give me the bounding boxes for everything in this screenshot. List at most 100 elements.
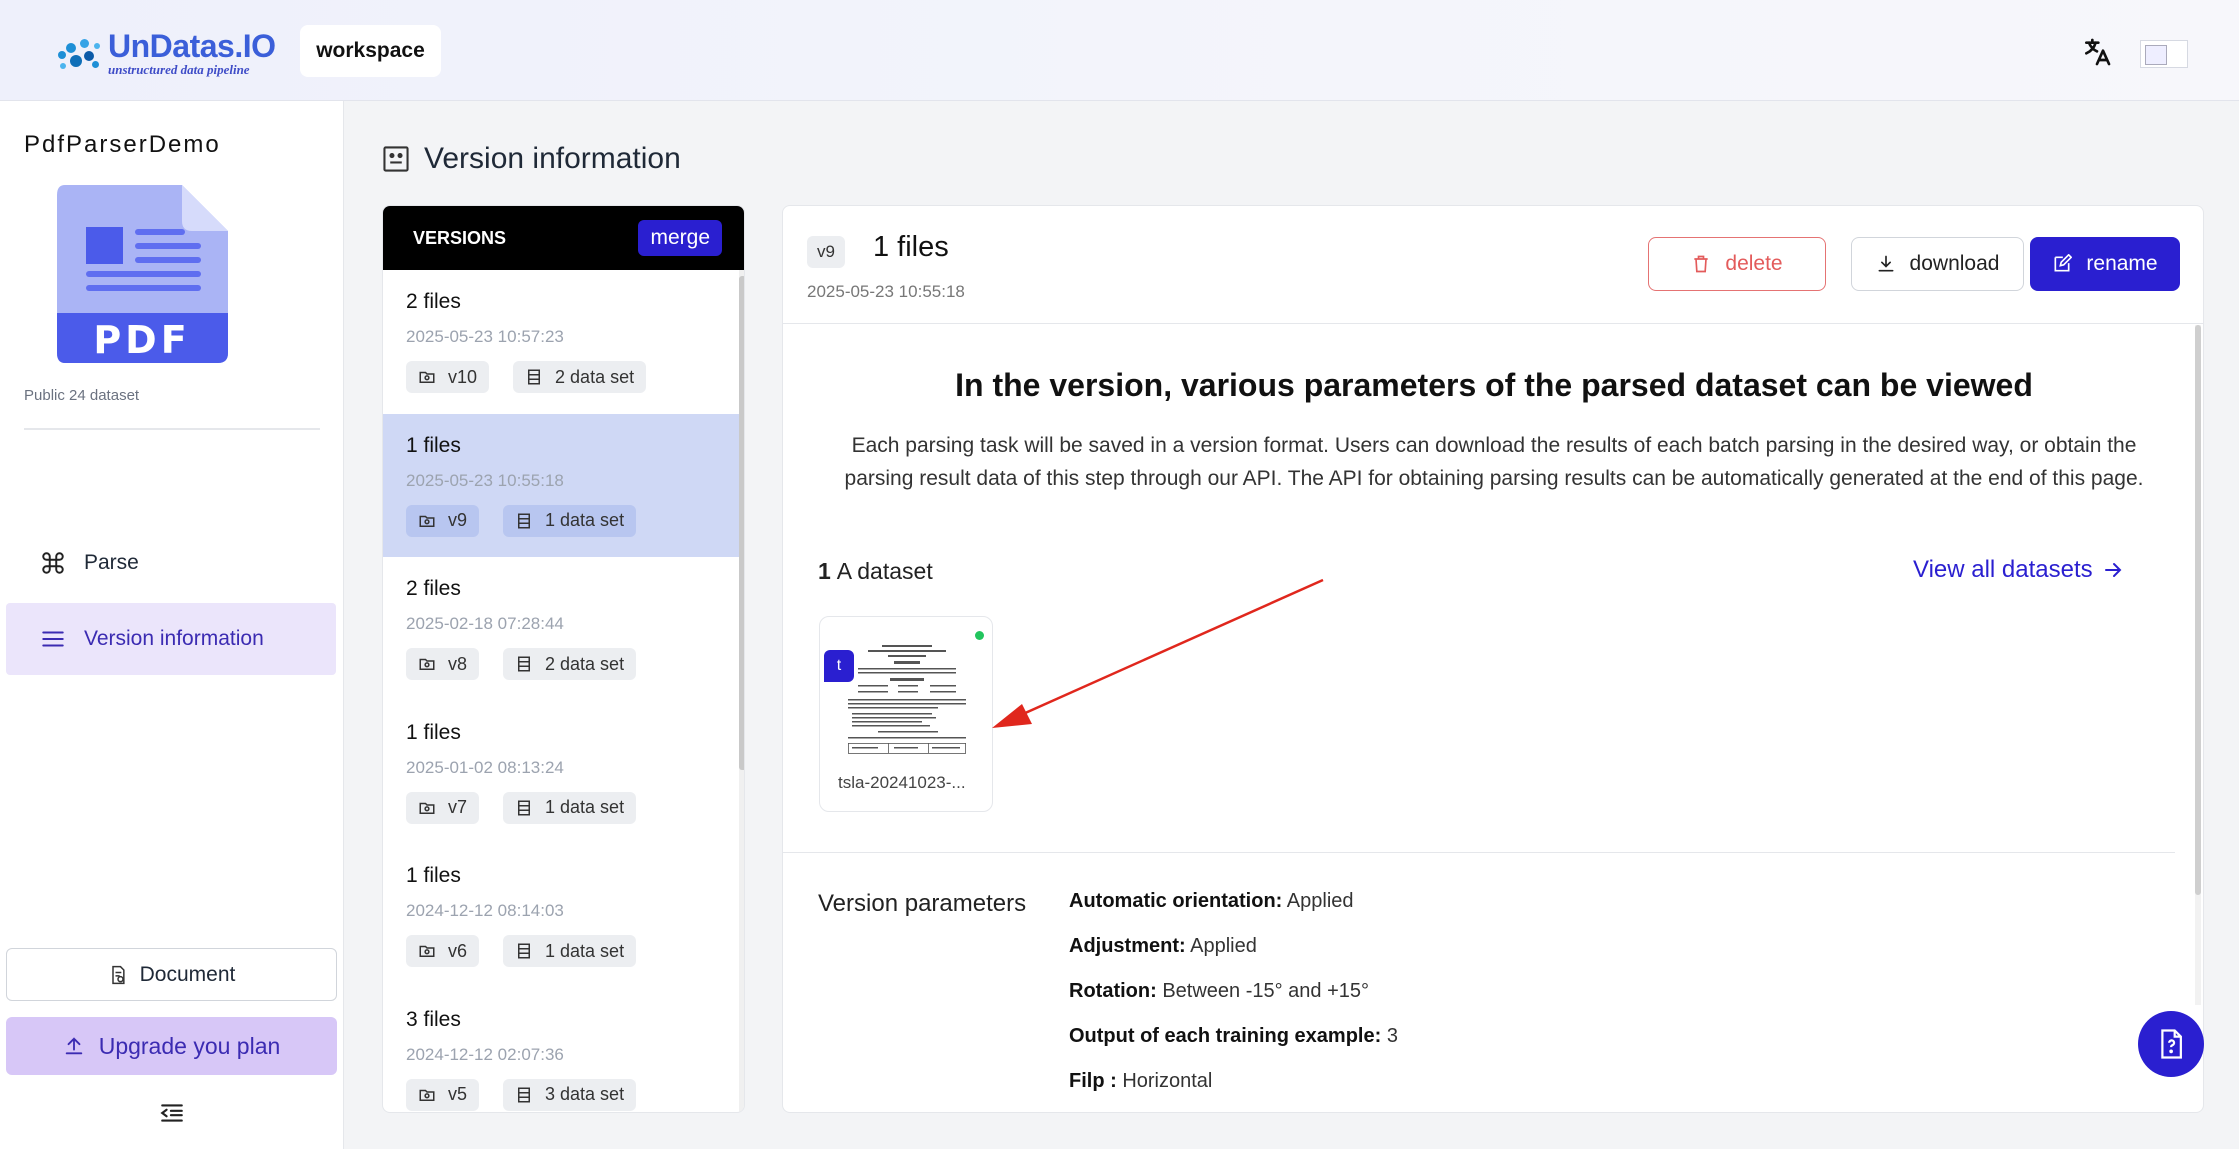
download-button[interactable]: download bbox=[1851, 237, 2024, 291]
table-icon bbox=[528, 369, 541, 385]
trash-icon bbox=[1694, 255, 1709, 273]
page-title: Version information bbox=[382, 142, 681, 176]
dataset-count-tag: 1 data set bbox=[503, 935, 637, 967]
versions-panel: VERSIONS merge 2 files 2025-05-23 10:57:… bbox=[382, 205, 745, 1113]
arrow-right-icon bbox=[2104, 563, 2122, 577]
version-item-v8[interactable]: 2 files 2025-02-18 07:28:44 v8 2 data se… bbox=[383, 557, 739, 701]
version-date: 2025-05-23 10:57:23 bbox=[406, 327, 564, 346]
upgrade-plan-button[interactable]: Upgrade you plan bbox=[6, 1017, 337, 1075]
table-icon bbox=[518, 800, 531, 815]
dataset-type-badge: t bbox=[824, 650, 854, 682]
version-files: 1 files bbox=[406, 720, 461, 744]
dataset-name: tsla-20241023-... bbox=[838, 773, 966, 792]
document-button[interactable]: Document bbox=[6, 948, 337, 1001]
top-bar: UnDatas.IO unstructured data pipeline wo… bbox=[0, 0, 2239, 101]
download-label: download bbox=[1909, 252, 2000, 275]
folder-icon bbox=[419, 658, 435, 670]
folder-icon bbox=[419, 371, 435, 383]
version-tag: v7 bbox=[406, 791, 480, 824]
version-badge: v9 bbox=[807, 236, 845, 268]
dataset-count-tag: 1 data set bbox=[503, 791, 637, 824]
version-files: 2 files bbox=[406, 290, 461, 313]
rename-label: rename bbox=[2086, 252, 2158, 275]
versions-list: 2 files 2025-05-23 10:57:23 v10 2 data s… bbox=[383, 270, 739, 1113]
document-icon bbox=[111, 965, 125, 984]
table-icon bbox=[518, 1087, 531, 1102]
parameter-row: Filp : Horizontal bbox=[1069, 1070, 1213, 1092]
upload-icon bbox=[65, 1037, 82, 1055]
version-item-v7[interactable]: 1 files 2025-01-02 08:13:24 v7 1 data se… bbox=[383, 701, 739, 845]
version-files: 1 files bbox=[406, 864, 461, 887]
version-tag: v5 bbox=[406, 1078, 480, 1111]
parameter-row: Output of each training example: 3 bbox=[1069, 1025, 1398, 1047]
table-icon bbox=[518, 513, 531, 528]
sidebar-item-parse[interactable]: Parse bbox=[6, 527, 336, 599]
version-tag: v8 bbox=[406, 648, 480, 680]
version-date: 2025-05-23 10:55:18 bbox=[807, 282, 965, 301]
edit-icon bbox=[2054, 254, 2073, 272]
version-date: 2025-01-02 08:13:24 bbox=[406, 757, 564, 777]
logo-title: UnDatas.IO bbox=[108, 28, 276, 64]
version-files: 3 files bbox=[406, 1007, 461, 1031]
version-tag: v10 bbox=[406, 361, 490, 393]
dataset-count-tag: 3 data set bbox=[503, 1078, 637, 1111]
section-description: Each parsing task will be saved in a ver… bbox=[844, 434, 2144, 490]
versions-header: VERSIONS merge bbox=[383, 206, 744, 270]
sidebar-item-version-information[interactable]: Version information bbox=[6, 603, 336, 675]
versions-header-label: VERSIONS bbox=[413, 227, 507, 248]
version-date: 2024-12-12 08:14:03 bbox=[406, 901, 564, 920]
version-detail-panel: v9 1 files 2025-05-23 10:55:18 delete do… bbox=[782, 205, 2204, 1113]
logo[interactable]: UnDatas.IO unstructured data pipeline bbox=[56, 28, 276, 77]
folder-icon bbox=[419, 945, 435, 957]
version-files: 1 files bbox=[406, 433, 461, 457]
version-date: 2025-05-23 10:55:18 bbox=[406, 470, 564, 490]
folder-icon bbox=[419, 1089, 435, 1101]
version-tag: v9 bbox=[406, 504, 480, 537]
translate-icon[interactable] bbox=[2080, 36, 2114, 68]
page-title-text: Version information bbox=[424, 142, 681, 175]
detail-scrollbar[interactable] bbox=[2195, 325, 2201, 1005]
robot-icon bbox=[383, 146, 409, 172]
avatar[interactable] bbox=[2140, 40, 2188, 68]
annotation-arrow bbox=[992, 578, 1324, 728]
merge-button[interactable]: merge bbox=[638, 220, 722, 256]
dataset-card[interactable]: t tsla-20241023-... bbox=[819, 616, 993, 812]
view-all-datasets-link[interactable]: View all datasets bbox=[1913, 556, 2125, 584]
sidebar-divider bbox=[24, 428, 320, 430]
version-parameters-list: Automatic orientation: Applied Adjustmen… bbox=[1069, 887, 1398, 1112]
folder-icon bbox=[419, 802, 435, 814]
dataset-count: 1A dataset bbox=[818, 558, 933, 584]
section-divider bbox=[783, 852, 2175, 853]
version-files: 2 files bbox=[406, 577, 461, 600]
public-dataset-count: Public 24 dataset bbox=[24, 387, 140, 404]
pdf-label: PDF bbox=[93, 318, 190, 362]
logo-subtitle: unstructured data pipeline bbox=[108, 62, 250, 77]
folder-icon bbox=[419, 515, 435, 527]
workspace-button[interactable]: workspace bbox=[300, 25, 441, 77]
version-item-v6[interactable]: 1 files 2024-12-12 08:14:03 v6 1 data se… bbox=[383, 844, 739, 988]
collapse-sidebar-icon[interactable] bbox=[158, 1100, 186, 1126]
version-item-v9[interactable]: 1 files 2025-05-23 10:55:18 v9 1 data se… bbox=[383, 413, 739, 557]
delete-button[interactable]: delete bbox=[1648, 237, 1826, 291]
rename-button[interactable]: rename bbox=[2030, 237, 2180, 291]
help-document-button[interactable] bbox=[2138, 1011, 2204, 1077]
table-icon bbox=[518, 943, 531, 959]
version-detail-header: v9 1 files 2025-05-23 10:55:18 delete do… bbox=[783, 206, 2203, 324]
sidebar: PdfParserDemo PDF Public 24 dataset Pars… bbox=[0, 101, 344, 1149]
version-item-v10[interactable]: 2 files 2025-05-23 10:57:23 v10 2 data s… bbox=[383, 270, 739, 414]
version-date: 2025-02-18 07:28:44 bbox=[406, 614, 564, 633]
help-document-icon bbox=[2161, 1029, 2182, 1059]
parameter-row: Rotation: Between -15° and +15° bbox=[1069, 980, 1370, 1002]
versions-scrollbar[interactable] bbox=[739, 270, 744, 1112]
parameter-row: Adjustment: Applied bbox=[1069, 935, 1257, 957]
version-item-v5[interactable]: 3 files 2024-12-12 02:07:36 v5 3 data se… bbox=[383, 988, 739, 1113]
delete-label: delete bbox=[1725, 252, 1783, 275]
dataset-count-tag: 1 data set bbox=[503, 504, 637, 537]
logo-mark-icon bbox=[56, 33, 106, 73]
command-icon bbox=[42, 552, 64, 574]
version-parameters-title: Version parameters bbox=[818, 890, 1027, 917]
dataset-count-tag: 2 data set bbox=[503, 648, 637, 680]
version-tag: v6 bbox=[406, 935, 480, 967]
document-label: Document bbox=[139, 962, 236, 986]
parameter-row: Automatic orientation: Applied bbox=[1069, 890, 1354, 912]
